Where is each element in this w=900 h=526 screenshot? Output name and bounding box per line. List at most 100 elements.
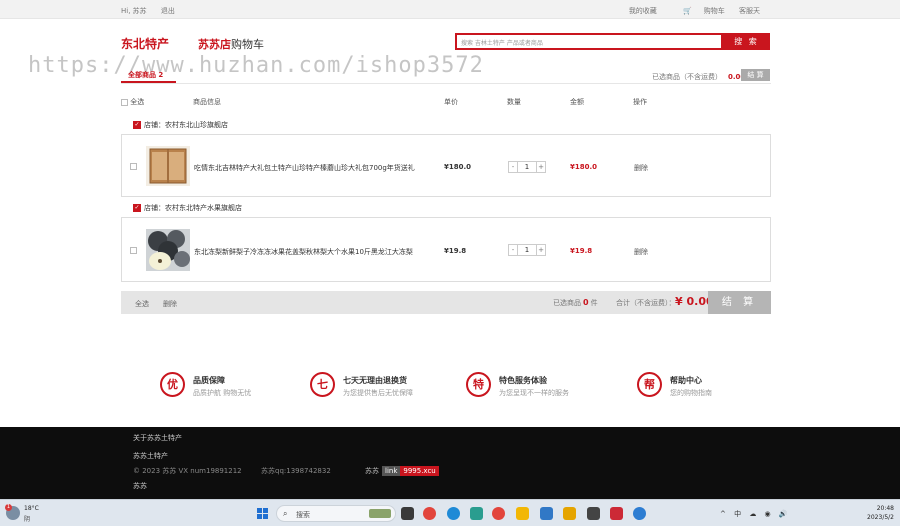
item-checkbox[interactable] [130, 163, 137, 170]
chrome-icon[interactable] [492, 507, 505, 520]
app-icon[interactable] [563, 507, 576, 520]
shop-header: ✓ 店铺：农村东北特产水果旗舰店 [133, 203, 242, 213]
favorites-link[interactable]: 我的收藏 [629, 7, 657, 15]
quantity-stepper: -1 + [508, 244, 546, 256]
shop-name-link[interactable]: 农村东北山珍旗舰店 [165, 121, 228, 129]
footer-bottom-text: 苏苏 [133, 482, 147, 490]
search-button[interactable]: 搜 索 [723, 33, 770, 50]
taskbar-search[interactable]: ⌕ 搜索 [276, 505, 396, 522]
app-icon[interactable] [633, 507, 646, 520]
shop-check-icon[interactable]: ✓ [133, 121, 141, 129]
footer-link-prefix: 苏苏 [365, 467, 379, 475]
task-view-icon[interactable] [401, 507, 414, 520]
delete-link[interactable]: 删除 [634, 247, 648, 257]
checkout-button[interactable]: 结 算 [708, 291, 771, 314]
divider [121, 83, 771, 84]
select-all-checkbox[interactable] [121, 98, 128, 106]
cart-title-text: 购物车 [231, 38, 264, 51]
service-subtitle: 为您呈现不一样的服务 [499, 389, 569, 397]
qty-input[interactable]: 1 [518, 161, 536, 173]
app-icon[interactable] [587, 507, 600, 520]
footer-shop-link[interactable]: 苏苏土特产 [133, 451, 168, 461]
logout-link[interactable]: 退出 [161, 7, 175, 15]
system-tray[interactable]: ^ 中 ☁ ◉ 🔊 [720, 509, 791, 519]
cart-summary-bar: 全选 删除 已选商品 0 件 合计（不含运费）： ¥ 0.00 结 算 [121, 291, 771, 314]
service-subtitle: 品质护航 购物无忧 [193, 389, 252, 397]
select-all-bottom[interactable]: 全选 [135, 299, 149, 309]
app-icon[interactable] [540, 507, 553, 520]
shop-name-link[interactable]: 农村东北特产水果旗舰店 [165, 204, 242, 212]
chrome-icon[interactable] [423, 507, 436, 520]
product-image[interactable] [146, 146, 190, 186]
column-header-info: 商品信息 [193, 98, 221, 106]
selected-count-prefix: 已选商品 [553, 299, 581, 307]
service-title: 特色服务体验 [499, 376, 547, 385]
weather-text: 阴 [24, 516, 31, 523]
selected-summary: 已选商品（不含运费） 0.00 [652, 72, 745, 82]
select-all-header[interactable]: 全选 [121, 97, 144, 107]
shop-label: 店铺： [144, 204, 165, 212]
folder-icon[interactable] [516, 507, 529, 520]
clock-date: 2023/5/2 [867, 514, 894, 521]
unit-price: ¥180.0 [444, 163, 472, 171]
shop-header: ✓ 店铺：农村东北山珍旗舰店 [133, 120, 228, 130]
selected-count-value: 0 [583, 298, 589, 307]
site-footer: 关于苏苏土特产 苏苏土特产 © 2023 苏苏 VX num19891212 苏… [0, 427, 900, 499]
footer-site-badge[interactable]: 9995.xcu [400, 466, 439, 476]
item-checkbox[interactable] [130, 247, 137, 254]
search-input[interactable]: 搜索 吉林土特产 产品或者商品 [455, 33, 723, 50]
weather-widget[interactable]: 1 18°C 阴 [5, 504, 46, 524]
app-icon[interactable] [610, 507, 623, 520]
notification-badge: 1 [5, 504, 12, 511]
qty-input[interactable]: 1 [518, 244, 536, 256]
clock[interactable]: 20:48 2023/5/2 [860, 504, 894, 522]
product-name[interactable]: 东北冻梨新鲜梨子冷冻冻冰果花盖梨秋林梨大个水果10斤黑龙江大冻梨 [194, 247, 413, 257]
footer-link-badge[interactable]: link [382, 466, 401, 476]
selected-count: 已选商品 0 件 [553, 298, 598, 308]
item-subtotal: ¥180.0 [570, 163, 598, 171]
tab-all-items[interactable]: 全部商品 2 [128, 70, 163, 80]
temperature: 18°C [24, 505, 39, 512]
top-right-links: 我的收藏 🛒 购物车 客服天 [617, 6, 760, 16]
site-logo[interactable]: 东北特产 [121, 35, 169, 52]
checkout-button-top[interactable]: 结 算 [741, 69, 770, 81]
service-link[interactable]: 客服天 [739, 7, 760, 15]
seven-day-icon: 七 [310, 372, 335, 397]
delete-selected-button[interactable]: 删除 [163, 299, 177, 309]
qty-plus-button[interactable]: + [536, 244, 546, 256]
shop-check-icon[interactable]: ✓ [133, 204, 141, 212]
product-image[interactable] [146, 229, 190, 271]
service-title: 帮助中心 [670, 376, 702, 385]
column-header-amount: 金额 [570, 98, 584, 106]
footer-copyright: © 2023 苏苏 VX num19891212 [133, 467, 242, 475]
cart-link[interactable]: 🛒 购物车 [671, 7, 725, 15]
select-all-label: 全选 [130, 98, 145, 106]
qty-minus-button[interactable]: - [508, 244, 518, 256]
app-icon[interactable] [470, 507, 483, 520]
shop-cart-title: 苏苏店购物车 [198, 36, 264, 52]
cart-link-label: 购物车 [703, 7, 725, 15]
selected-label: 已选商品（不含运费） [652, 73, 722, 81]
windows-taskbar: 1 18°C 阴 ⌕ 搜索 ^ 中 ☁ ◉ 🔊 20:48 2023/5/2 [0, 499, 900, 526]
shop-name-title: 苏苏店 [198, 38, 231, 51]
windows-start-icon[interactable] [257, 508, 269, 520]
watermark: https://www.huzhan.com/ishop3572 [28, 53, 484, 78]
unit-price: ¥19.8 [444, 247, 467, 255]
footer-about-link[interactable]: 关于苏苏土特产 [133, 433, 182, 443]
delete-link[interactable]: 删除 [634, 163, 648, 173]
search-icon: ⌕ [283, 509, 288, 518]
service-title: 七天无理由退换货 [343, 376, 407, 385]
cart-icon: 🛒 [683, 7, 692, 15]
item-subtotal: ¥19.8 [570, 247, 593, 255]
user-links: Hi, 苏苏 退出 [121, 6, 187, 16]
service-title: 品质保障 [193, 376, 225, 385]
clock-time: 20:48 [876, 505, 894, 512]
edge-icon[interactable] [447, 507, 460, 520]
qty-minus-button[interactable]: - [508, 161, 518, 173]
qty-plus-button[interactable]: + [536, 161, 546, 173]
service-subtitle: 为您提供售后无忧保障 [343, 389, 413, 397]
total-label: 合计（不含运费）： [616, 299, 676, 307]
quantity-stepper: -1 + [508, 161, 546, 173]
product-name[interactable]: 吃情东北吉林特产大礼包土特产山珍特产榛蘑山珍大礼包700g年货送礼 [194, 163, 415, 173]
cart-item-row: 东北冻梨新鲜梨子冷冻冻冰果花盖梨秋林梨大个水果10斤黑龙江大冻梨 ¥19.8 -… [121, 217, 771, 282]
